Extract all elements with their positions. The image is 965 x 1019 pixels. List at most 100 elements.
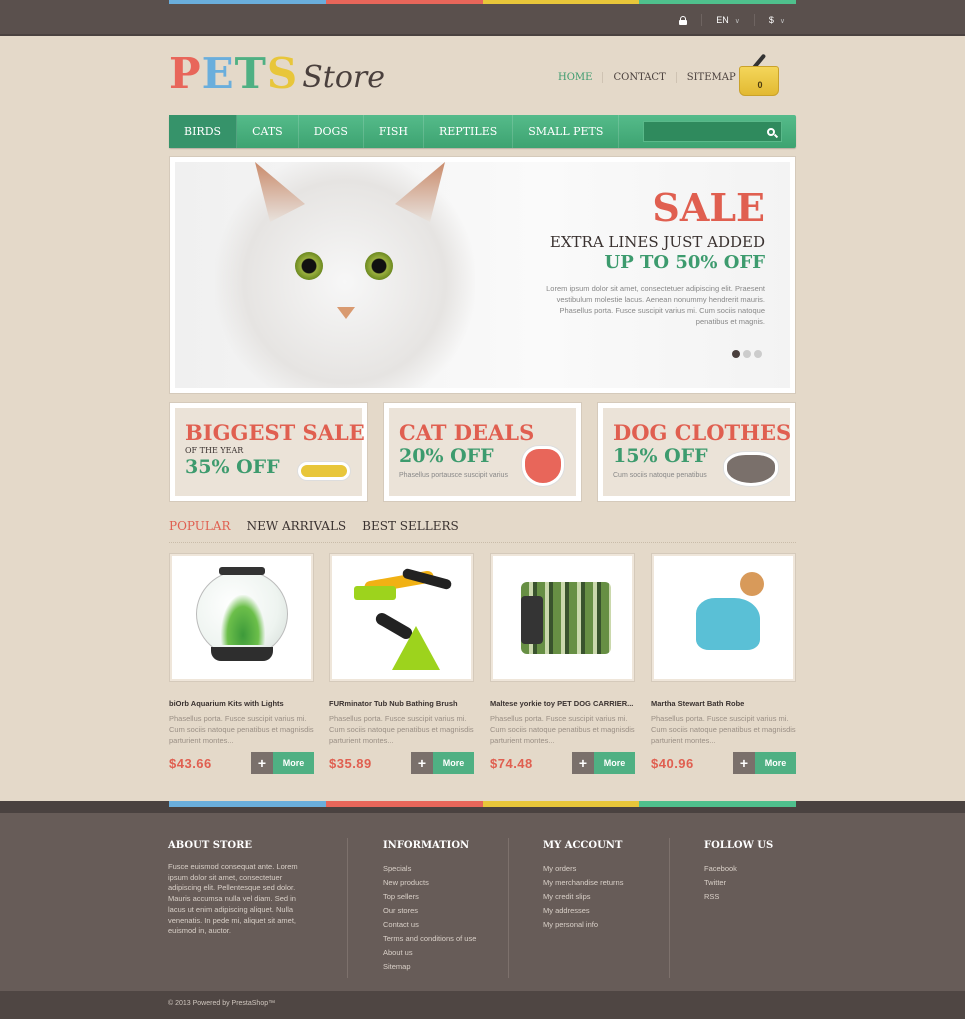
product-image[interactable]: [169, 553, 314, 682]
stripe-blue: [169, 801, 326, 807]
link-sitemap[interactable]: SITEMAP: [675, 72, 746, 83]
footer-link[interactable]: My credit slips: [543, 890, 623, 904]
footer-link[interactable]: Terms and conditions of use: [383, 932, 476, 946]
banner-cat-deals[interactable]: CAT DEALS 20% OFF Phasellus portausce su…: [383, 402, 582, 502]
footer-link[interactable]: My addresses: [543, 904, 623, 918]
add-to-cart-button[interactable]: +: [411, 752, 433, 774]
currency-label: $: [768, 15, 774, 25]
footer-link-rss[interactable]: RSS: [704, 890, 773, 904]
footer-link[interactable]: Contact us: [383, 918, 476, 932]
dog-head-icon: [724, 452, 778, 486]
footer-heading: ABOUT STORE: [168, 840, 253, 851]
product-name[interactable]: Martha Stewart Bath Robe: [651, 699, 796, 708]
product-image[interactable]: [651, 553, 796, 682]
basket-icon: 0: [739, 66, 779, 96]
logo-letter: T: [234, 49, 267, 98]
cat-image: [215, 162, 475, 388]
stripe-red: [325, 801, 483, 807]
footer-link[interactable]: Our stores: [383, 904, 476, 918]
footer-link[interactable]: About us: [383, 946, 476, 960]
footer-link[interactable]: Top sellers: [383, 890, 476, 904]
product-card: Martha Stewart Bath Robe Phasellus porta…: [651, 553, 796, 774]
product-name[interactable]: Maltese yorkie toy PET DOG CARRIER...: [490, 699, 635, 708]
more-button[interactable]: More: [433, 752, 474, 774]
currency-selector[interactable]: $ ∨: [769, 15, 785, 25]
slide-image: SALE EXTRA LINES JUST ADDED UP TO 50% OF…: [175, 162, 790, 388]
footer-about-text: Fusce euismod consequat ante. Lorem ipsu…: [168, 862, 298, 936]
add-to-cart-button[interactable]: +: [733, 752, 755, 774]
more-button[interactable]: More: [594, 752, 635, 774]
logo-letter: E: [201, 49, 235, 98]
logo[interactable]: PETS Store: [169, 52, 385, 96]
footer-link-twitter[interactable]: Twitter: [704, 876, 773, 890]
color-stripe: [169, 0, 796, 4]
nav-cats[interactable]: CATS: [237, 115, 299, 148]
footer-link[interactable]: My personal info: [543, 918, 623, 932]
slide-title: SALE: [652, 185, 765, 230]
stripe-red: [325, 0, 483, 4]
slider-pagination: [732, 350, 762, 358]
lock-icon[interactable]: [679, 15, 688, 25]
footer-link[interactable]: New products: [383, 876, 476, 890]
product-description: Phasellus porta. Fusce suscipit varius m…: [651, 714, 796, 745]
logo-letter: P: [169, 49, 202, 98]
product-price: $43.66: [169, 755, 212, 771]
slider-dot[interactable]: [732, 350, 740, 358]
top-bar: EN ∨ $ ∨: [0, 0, 965, 36]
footer-account: MY ACCOUNT My orders My merchandise retu…: [543, 840, 623, 932]
product-card: FURminator Tub Nub Bathing Brush Phasell…: [329, 553, 474, 774]
nav-birds[interactable]: BIRDS: [169, 115, 238, 148]
tab-new-arrivals[interactable]: NEW ARRIVALS: [247, 519, 347, 542]
banner-dog-clothes[interactable]: DOG CLOTHES 15% OFF Cum sociis natoque p…: [597, 402, 796, 502]
cart-button[interactable]: 0: [737, 52, 781, 98]
footer-heading: INFORMATION: [383, 840, 470, 851]
language-selector[interactable]: EN ∨: [716, 15, 740, 25]
link-contact[interactable]: CONTACT: [602, 72, 675, 83]
add-to-cart-button[interactable]: +: [572, 752, 594, 774]
footer-link-facebook[interactable]: Facebook: [704, 862, 773, 876]
product-name[interactable]: biOrb Aquarium Kits with Lights: [169, 699, 314, 708]
banner-title: CAT DEALS: [399, 420, 535, 445]
slide-offer: UP TO 50% OFF: [604, 252, 766, 273]
slider-dot[interactable]: [754, 350, 762, 358]
link-home[interactable]: HOME: [558, 72, 602, 83]
divider: [669, 838, 670, 978]
nav-fish[interactable]: FISH: [364, 115, 424, 148]
stripe-blue: [169, 0, 326, 4]
nav-dogs[interactable]: DOGS: [299, 115, 364, 148]
dog-robe-image: [686, 568, 776, 668]
footer-link[interactable]: Specials: [383, 862, 476, 876]
footer-link[interactable]: Sitemap: [383, 960, 476, 974]
slider-dot[interactable]: [743, 350, 751, 358]
logo-pets: PETS: [169, 52, 298, 96]
cat-eye: [365, 252, 393, 280]
footer-heading: MY ACCOUNT: [543, 840, 623, 851]
product-image[interactable]: [329, 553, 474, 682]
divider: [347, 838, 348, 978]
footer-link[interactable]: My orders: [543, 862, 623, 876]
search-input[interactable]: [643, 121, 782, 142]
chevron-down-icon: ∨: [734, 18, 740, 25]
stripe-green: [639, 0, 796, 4]
more-button[interactable]: More: [755, 752, 796, 774]
hero-slider[interactable]: SALE EXTRA LINES JUST ADDED UP TO 50% OF…: [169, 156, 796, 394]
footer-follow: FOLLOW US Facebook Twitter RSS: [704, 840, 773, 904]
nav-reptiles[interactable]: REPTILES: [424, 115, 514, 148]
product-price: $74.48: [490, 755, 533, 771]
footer-link[interactable]: My merchandise returns: [543, 876, 623, 890]
divider: [701, 14, 703, 26]
more-button[interactable]: More: [273, 752, 314, 774]
footer-about: ABOUT STORE Fusce euismod consequat ante…: [168, 840, 313, 937]
tab-popular[interactable]: POPULAR: [169, 519, 231, 542]
language-label: EN: [716, 15, 729, 25]
product-card: biOrb Aquarium Kits with Lights Phasellu…: [169, 553, 314, 774]
add-to-cart-button[interactable]: +: [251, 752, 273, 774]
product-name[interactable]: FURminator Tub Nub Bathing Brush: [329, 699, 474, 708]
cart-count: 0: [757, 80, 763, 90]
banner-subtitle: OF THE YEAR: [185, 446, 244, 455]
product-image[interactable]: [490, 553, 635, 682]
nav-small-pets[interactable]: SMALL PETS: [513, 115, 620, 148]
search-icon[interactable]: [767, 127, 775, 136]
banner-biggest-sale[interactable]: BIGGEST SALE OF THE YEAR 35% OFF: [169, 402, 368, 502]
tab-best-sellers[interactable]: BEST SELLERS: [362, 519, 459, 542]
